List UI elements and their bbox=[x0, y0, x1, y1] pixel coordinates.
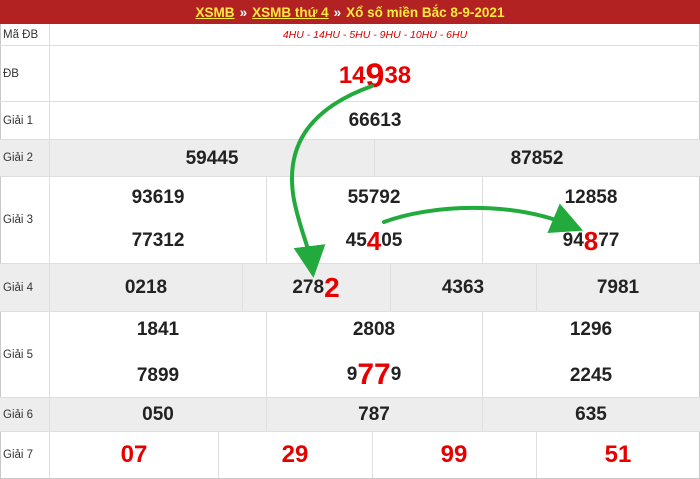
highlight-digits: 77 bbox=[357, 358, 391, 391]
prize-number: 1841 bbox=[136, 319, 180, 340]
highlight-digit: 9 bbox=[365, 56, 385, 95]
special-prize-number: 14 9 38 bbox=[338, 56, 412, 95]
breadcrumb-separator: » bbox=[239, 4, 248, 20]
row-prize-7: Giải 7 07 29 99 51 bbox=[0, 432, 700, 478]
prize-number: 787 bbox=[358, 404, 390, 425]
prize-number: 29 bbox=[281, 441, 309, 468]
row-label: Giải 7 bbox=[0, 432, 50, 478]
prize-number: 278 2 bbox=[292, 272, 340, 303]
row-label: Giải 1 bbox=[0, 102, 50, 139]
row-ma-db: Mã ĐB 4HU - 14HU - 5HU - 9HU - 10HU - 6H… bbox=[0, 24, 700, 46]
row-label: Mã ĐB bbox=[0, 24, 50, 45]
breadcrumb-home-link[interactable]: XSMB bbox=[196, 5, 235, 20]
prize-number: 0218 bbox=[124, 277, 168, 298]
row-prize-4: Giải 4 0218 278 2 4363 7981 bbox=[0, 264, 700, 312]
row-prize-5: Giải 5 1841 2808 1296 7899 9 77 9 2245 bbox=[0, 312, 700, 398]
prize-number: 4363 bbox=[441, 277, 485, 298]
breadcrumb: XSMB » XSMB thứ 4 » Xổ số miền Bắc 8-9-2… bbox=[0, 0, 700, 24]
row-prize-1: Giải 1 66613 bbox=[0, 102, 700, 140]
prize-number: 77312 bbox=[131, 230, 185, 251]
row-label: Giải 6 bbox=[0, 398, 50, 431]
row-prize-6: Giải 6 050 787 635 bbox=[0, 398, 700, 432]
prize-number: 93619 bbox=[131, 187, 185, 208]
prize-number: 2808 bbox=[352, 319, 396, 340]
prize-number: 1296 bbox=[569, 319, 613, 340]
special-codes: 4HU - 14HU - 5HU - 9HU - 10HU - 6HU bbox=[282, 29, 468, 41]
row-label: ĐB bbox=[0, 46, 50, 101]
prize-number: 55792 bbox=[347, 187, 401, 208]
prize-number: 7981 bbox=[596, 277, 640, 298]
prize-number: 9 77 9 bbox=[346, 358, 402, 391]
highlight-digit: 8 bbox=[583, 225, 599, 256]
prize-number: 66613 bbox=[348, 110, 402, 131]
highlight-digit: 4 bbox=[366, 225, 382, 256]
prize-number: 07 bbox=[120, 441, 148, 468]
row-label: Giải 3 bbox=[0, 177, 50, 263]
prize-number: 59445 bbox=[185, 147, 239, 169]
prize-number: 45 4 05 bbox=[345, 225, 403, 256]
prize-number: 87852 bbox=[510, 147, 564, 169]
prize-number: 2245 bbox=[569, 365, 613, 386]
prize-number: 7899 bbox=[136, 365, 180, 386]
prize-number: 99 bbox=[440, 441, 468, 468]
row-prize-2: Giải 2 59445 87852 bbox=[0, 140, 700, 177]
row-label: Giải 5 bbox=[0, 312, 50, 397]
row-label: Giải 4 bbox=[0, 264, 50, 311]
prize-number: 51 bbox=[604, 441, 632, 468]
row-prize-3: Giải 3 93619 55792 12858 77312 45 4 05 94 8… bbox=[0, 177, 700, 264]
prize-number: 635 bbox=[575, 404, 607, 425]
prize-number: 050 bbox=[142, 404, 174, 425]
breadcrumb-separator: » bbox=[333, 4, 342, 20]
row-special-prize: ĐB 14 9 38 bbox=[0, 46, 700, 102]
row-label: Giải 2 bbox=[0, 140, 50, 176]
highlight-digit: 2 bbox=[324, 272, 340, 303]
breadcrumb-category-link[interactable]: XSMB thứ 4 bbox=[252, 5, 329, 20]
prize-number: 12858 bbox=[564, 187, 618, 208]
prize-number: 94 8 77 bbox=[562, 225, 620, 256]
breadcrumb-current: Xổ số miền Bắc 8-9-2021 bbox=[346, 4, 505, 20]
